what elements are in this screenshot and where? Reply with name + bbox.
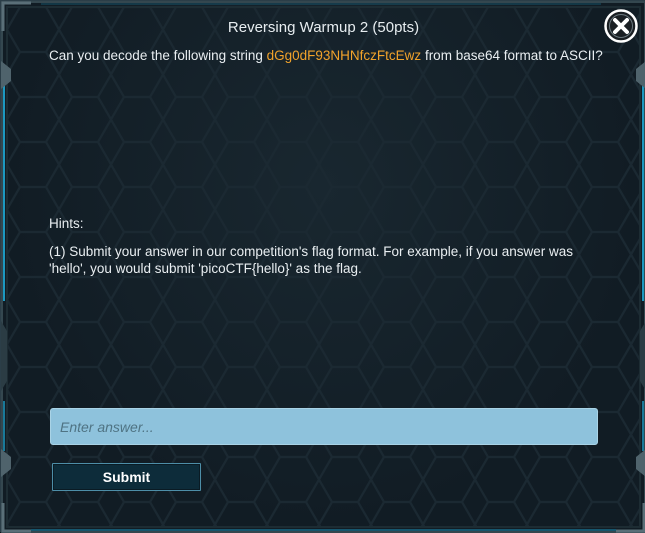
hint-text: (1) Submit your answer in our competitio…	[49, 244, 574, 276]
question-text: Can you decode the following string	[49, 48, 267, 63]
encoded-string: dGg0dF93NHNfczFtcEwz	[266, 48, 422, 63]
submit-button[interactable]: Submit	[52, 463, 201, 491]
hints-heading: Hints:	[49, 216, 84, 231]
challenge-question: Can you decode the following string dGg0…	[49, 47, 609, 64]
challenge-dialog: Reversing Warmup 2 (50pts) Can you decod…	[0, 0, 645, 533]
close-icon[interactable]	[604, 9, 638, 43]
question-text-end: from base64 format to ASCII?	[421, 48, 603, 63]
dialog-title: Reversing Warmup 2 (50pts)	[227, 19, 420, 36]
answer-input[interactable]	[50, 408, 598, 445]
